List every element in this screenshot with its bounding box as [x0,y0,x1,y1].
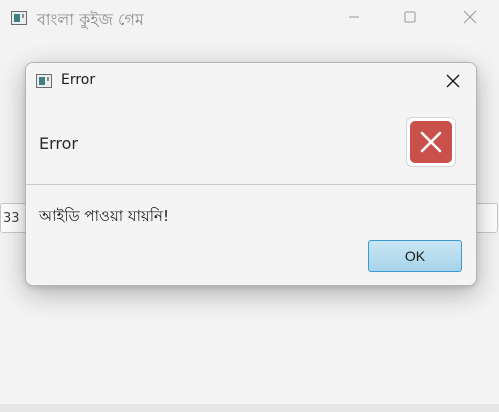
dialog-title: Error [61,72,96,88]
error-dialog: Error Error আইডি পাওয়া যায়নি! OK [25,62,477,286]
dialog-header: Error [26,98,476,185]
dialog-content: আইডি পাওয়া যায়নি! OK [26,185,476,285]
dialog-header-text: Error [39,134,78,153]
close-button[interactable] [447,0,493,34]
maximize-icon [404,11,416,23]
id-input-value: 33 [3,211,20,226]
minimize-icon [349,16,359,18]
bottom-edge [0,404,499,412]
main-titlebar: বাংলা কুইজ গেম [0,0,499,36]
error-x-icon [410,121,452,163]
error-icon-frame [406,117,456,167]
dialog-titlebar: Error [26,63,476,98]
dialog-message: আইডি পাওয়া যায়নি! [39,207,170,225]
dialog-close-button[interactable] [436,65,470,97]
close-icon [463,10,477,24]
ok-button[interactable]: OK [368,240,462,272]
dialog-app-icon [36,74,52,88]
main-window-title: বাংলা কুইজ গেম [37,10,144,29]
close-icon [446,74,460,88]
app-window-icon [11,11,27,25]
maximize-button[interactable] [387,0,433,34]
minimize-button[interactable] [331,0,377,34]
